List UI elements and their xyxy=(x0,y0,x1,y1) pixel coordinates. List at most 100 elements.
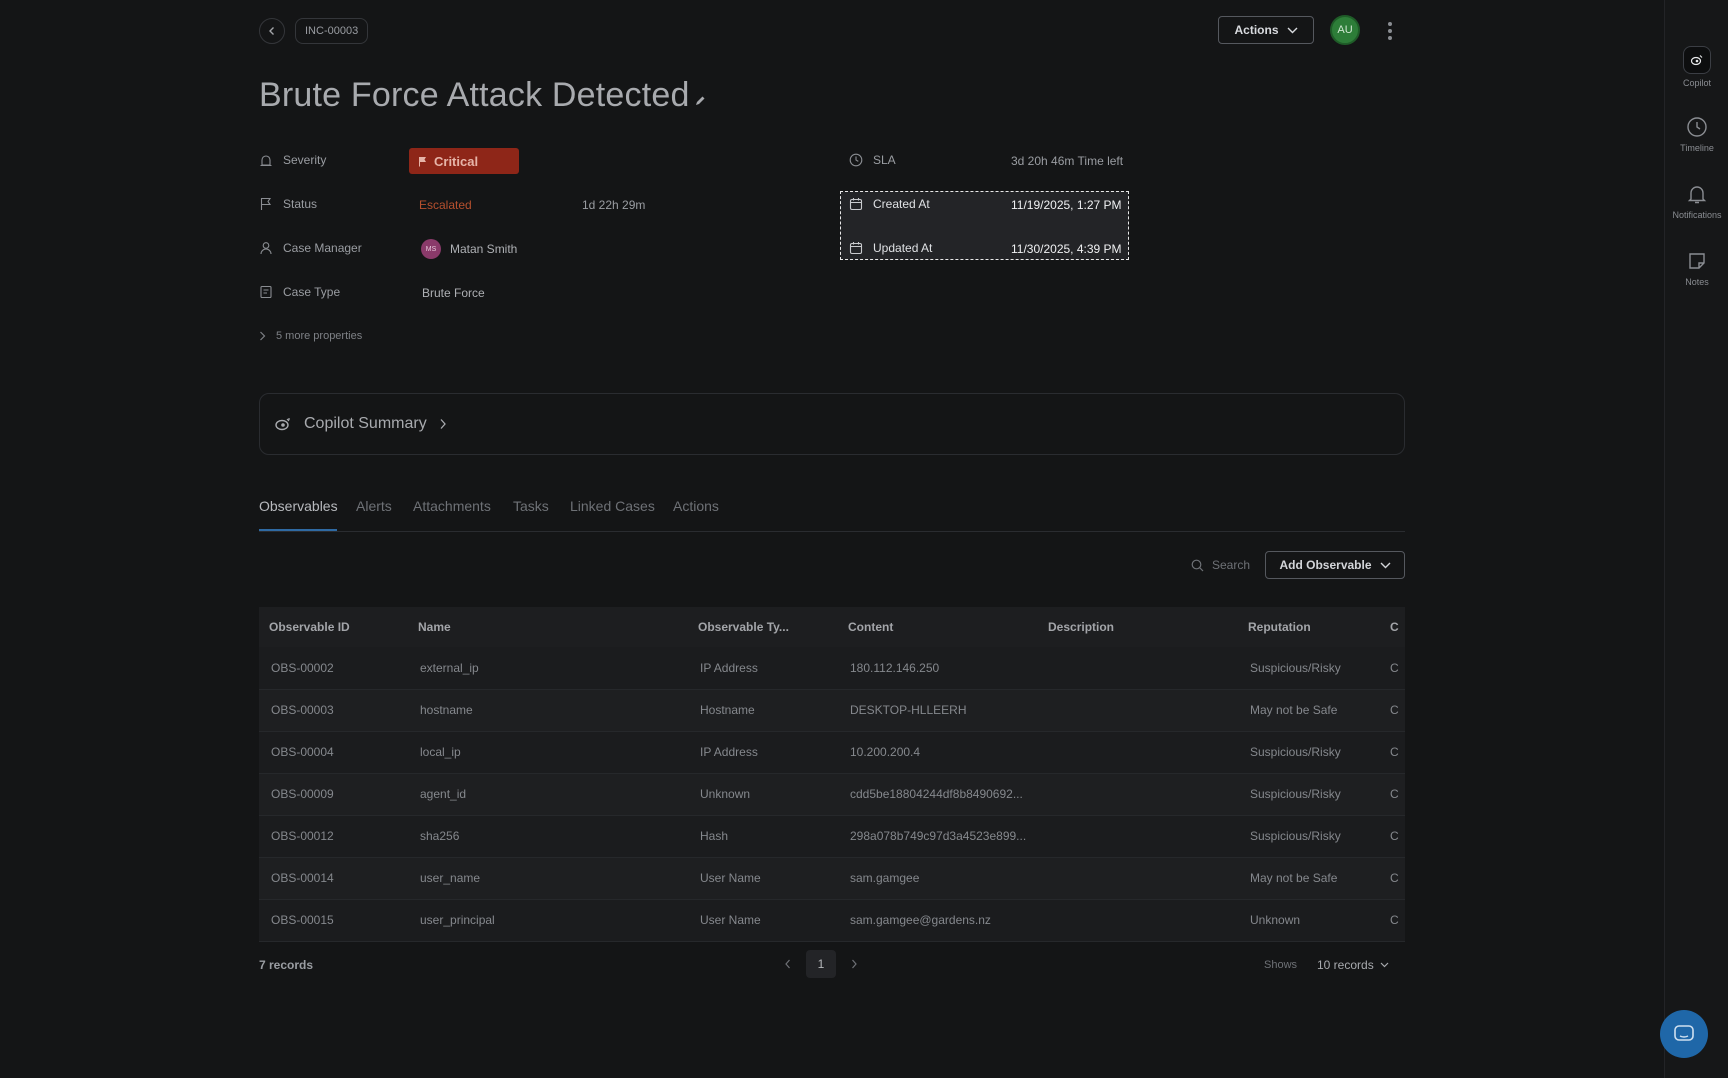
column-header[interactable]: Reputation xyxy=(1238,607,1388,647)
case-manager-label: Case Manager xyxy=(259,241,362,255)
table-cell xyxy=(1038,815,1238,857)
table-cell: User Name xyxy=(700,871,761,885)
table-cell: Suspicious/Risky xyxy=(1250,829,1341,843)
back-button[interactable] xyxy=(259,18,285,44)
table-cell: OBS-00002 xyxy=(271,660,334,675)
table-cell: C xyxy=(1390,829,1399,843)
copilot-summary-card[interactable]: Copilot Summary xyxy=(259,393,1405,455)
chat-icon xyxy=(1674,1025,1694,1041)
table-cell xyxy=(1038,773,1238,815)
column-header[interactable]: Description xyxy=(1038,607,1238,647)
table-cell xyxy=(1038,731,1238,773)
page-size-select[interactable]: 10 records xyxy=(1317,958,1389,972)
rail-item-notes[interactable]: Notes xyxy=(1665,249,1728,287)
tab-attachments[interactable]: Attachments xyxy=(413,498,491,514)
tab-alerts[interactable]: Alerts xyxy=(356,498,392,514)
flag-icon xyxy=(419,156,426,166)
tab-tasks[interactable]: Tasks xyxy=(513,498,549,514)
column-header[interactable]: Content xyxy=(838,607,1038,647)
page-title: Brute Force Attack Detected xyxy=(259,76,690,114)
observables-table: Observable ID Name Observable Ty... Cont… xyxy=(259,607,1405,942)
table-cell: 180.112.146.250 xyxy=(850,660,940,675)
table-cell xyxy=(1038,689,1238,731)
edit-pencil-icon[interactable] xyxy=(694,95,706,107)
search-input[interactable]: Search xyxy=(1191,558,1250,572)
document-icon xyxy=(260,285,272,299)
table-cell: DESKTOP-HLLEERH xyxy=(850,703,967,717)
rail-item-timeline[interactable]: Timeline xyxy=(1665,115,1728,153)
user-avatar[interactable]: AU xyxy=(1330,15,1360,45)
chevron-right-icon[interactable] xyxy=(850,959,858,969)
table-cell: sam.gamgee@gardens.nz xyxy=(850,913,991,927)
case-type-value[interactable]: Brute Force xyxy=(422,286,485,300)
chevron-right-icon xyxy=(440,419,446,429)
topbar: INC-00003 Actions AU xyxy=(259,15,1405,46)
column-header[interactable]: Observable Ty... xyxy=(688,607,838,647)
table-row[interactable]: OBS-00002 external_ip IP Address 180.112… xyxy=(259,647,1405,689)
table-cell: cdd5be18804244df8b8490692... xyxy=(850,787,1023,801)
shows-label: Shows xyxy=(1264,959,1298,971)
chevron-right-icon xyxy=(260,331,266,341)
add-observable-button[interactable]: Add Observable xyxy=(1265,551,1405,579)
page-number-button[interactable]: 1 xyxy=(806,950,836,978)
more-properties-toggle[interactable]: 5 more properties xyxy=(259,330,362,342)
rail-item-notifications[interactable]: Notifications xyxy=(1665,182,1728,220)
column-header[interactable]: Name xyxy=(408,607,688,647)
table-row[interactable]: OBS-00009 agent_id Unknown cdd5be1880424… xyxy=(259,773,1405,815)
table-cell: C xyxy=(1390,787,1399,801)
case-manager-value[interactable]: Matan Smith xyxy=(450,242,517,256)
bell-icon xyxy=(1687,186,1707,204)
more-vertical-icon[interactable] xyxy=(1384,20,1396,42)
table-cell: Suspicious/Risky xyxy=(1250,745,1341,759)
right-rail: Copilot Timeline Notifications Notes xyxy=(1664,0,1728,1078)
calendar-icon xyxy=(849,242,863,255)
table-footer: 7 records 1 Shows 10 records xyxy=(259,950,1405,980)
active-tab-indicator xyxy=(259,529,337,531)
created-at-value: 11/19/2025, 1:27 PM xyxy=(1011,198,1122,212)
table-cell: Hostname xyxy=(700,703,755,717)
table-cell: local_ip xyxy=(420,745,461,759)
table-cell: C xyxy=(1390,913,1399,927)
search-placeholder: Search xyxy=(1212,558,1251,572)
table-row[interactable]: OBS-00014 user_name User Name sam.gamgee… xyxy=(259,857,1405,899)
sla-value: 3d 20h 46m Time left xyxy=(1011,154,1124,168)
table-cell: 10.200.200.4 xyxy=(850,745,921,759)
status-value[interactable]: Escalated xyxy=(419,198,472,212)
table-cell: Hash xyxy=(700,829,729,843)
table-row[interactable]: OBS-00012 sha256 Hash 298a078b749c97d3a4… xyxy=(259,815,1405,857)
table-cell: IP Address xyxy=(700,745,758,759)
actions-button[interactable]: Actions xyxy=(1218,16,1314,44)
rail-item-copilot[interactable]: Copilot xyxy=(1665,46,1728,88)
tab-observables[interactable]: Observables xyxy=(259,498,338,514)
severity-label: Severity xyxy=(259,153,326,167)
column-header[interactable]: C xyxy=(1388,607,1405,647)
table-row[interactable]: OBS-00015 user_principal User Name sam.g… xyxy=(259,899,1405,941)
table-cell: C xyxy=(1390,703,1399,717)
user-icon xyxy=(260,242,272,255)
manager-avatar: MS xyxy=(421,239,441,259)
clock-icon xyxy=(1687,117,1707,137)
table-cell: sam.gamgee xyxy=(850,871,920,885)
column-header[interactable]: Observable ID xyxy=(259,607,408,647)
calendar-icon xyxy=(849,198,863,211)
tab-actions[interactable]: Actions xyxy=(673,498,719,514)
table-cell: May not be Safe xyxy=(1250,871,1338,885)
support-chat-button[interactable] xyxy=(1660,1010,1708,1058)
table-cell: Suspicious/Risky xyxy=(1250,787,1341,801)
table-cell: OBS-00014 xyxy=(271,871,334,885)
note-icon xyxy=(1689,253,1705,269)
table-cell xyxy=(1038,899,1238,941)
severity-badge[interactable]: Critical xyxy=(409,148,519,174)
table-header: Observable ID Name Observable Ty... Cont… xyxy=(259,607,1405,647)
chevron-left-icon[interactable] xyxy=(784,959,792,969)
sla-suffix: Time left xyxy=(1077,154,1124,168)
sla-label: SLA xyxy=(849,153,896,167)
table-cell: external_ip xyxy=(420,660,479,675)
tab-linked-cases[interactable]: Linked Cases xyxy=(570,498,655,514)
case-id-chip[interactable]: INC-00003 xyxy=(295,18,369,44)
table-row[interactable]: OBS-00003 hostname Hostname DESKTOP-HLLE… xyxy=(259,689,1405,731)
table-cell: OBS-00012 xyxy=(271,829,334,843)
clock-icon xyxy=(849,153,863,167)
alarm-icon xyxy=(260,155,272,167)
table-row[interactable]: OBS-00004 local_ip IP Address 10.200.200… xyxy=(259,731,1405,773)
